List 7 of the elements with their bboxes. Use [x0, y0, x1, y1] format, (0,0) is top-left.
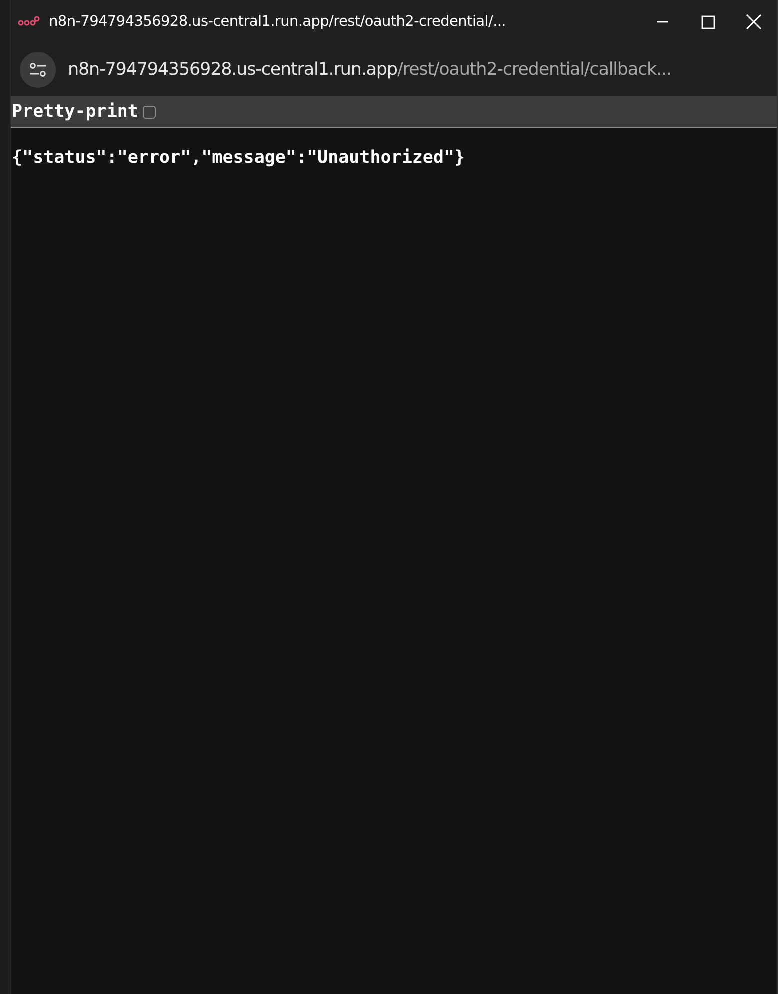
window-title: n8n-794794356928.us-central1.run.app/rest/oauth2-credential/...	[49, 14, 507, 30]
pretty-print-label: Pretty-print	[12, 102, 138, 122]
sliders-icon	[28, 60, 48, 80]
site-settings-button[interactable]	[20, 52, 56, 88]
app-logo-icon	[18, 16, 40, 28]
json-response-text: {"status":"error","message":"Unauthorized"}	[12, 148, 466, 168]
pretty-print-checkbox[interactable]	[143, 106, 156, 118]
